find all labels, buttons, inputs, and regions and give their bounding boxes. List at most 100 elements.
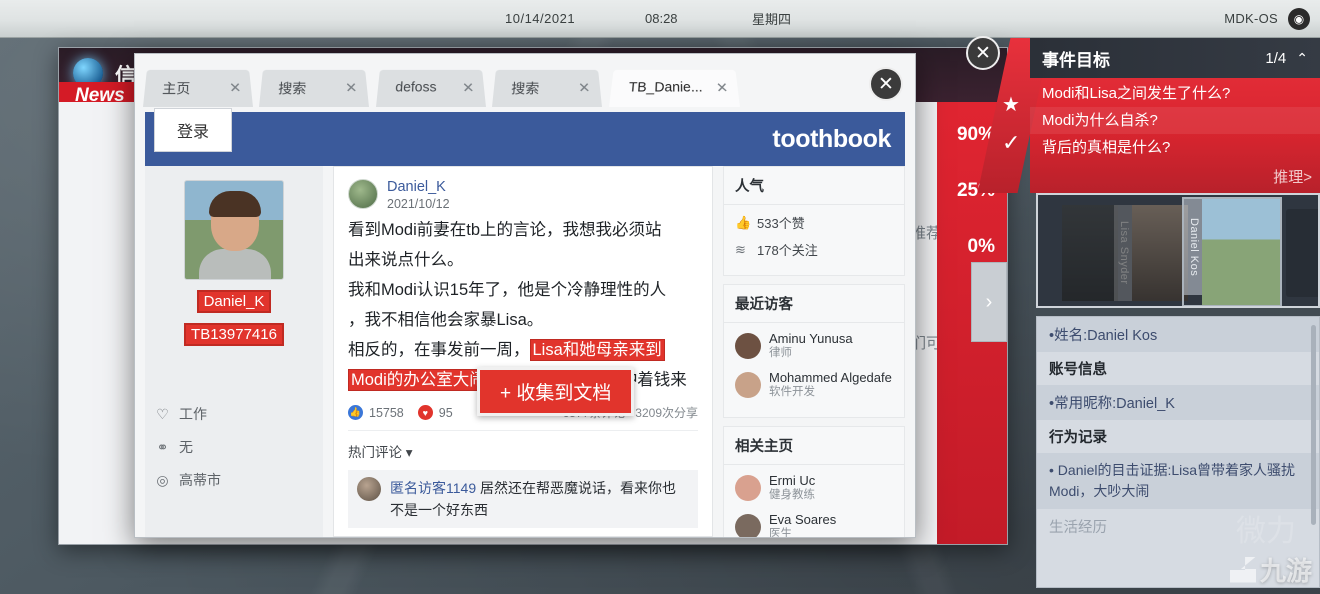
location-pin-icon: ◎	[156, 471, 169, 488]
post-heart-count: 95	[438, 405, 453, 420]
character-name-label: Lisa Snyder	[1114, 205, 1134, 301]
popularity-follows-label: 178个关注	[757, 243, 818, 258]
profile-sidebar: Daniel_K TB13977416 ♡ 工作 ⚭ 无 ◎ 高蒂市	[145, 166, 323, 537]
related-page-name: Eva Soares	[769, 512, 837, 527]
watermark-logo-icon	[1229, 556, 1256, 583]
tab-close-icon[interactable]: ✕	[578, 80, 591, 96]
thumbs-up-icon: 👍	[735, 214, 752, 230]
close-circle-icon-outer[interactable]: ✕	[966, 36, 1000, 70]
character-portrait	[1132, 205, 1188, 301]
comment-text-wrap: 匿名访客1149 居然还在帮恶魔说话，看来你也不是一个好东西	[390, 477, 689, 521]
site-header: 登录 toothbook	[145, 108, 905, 166]
event-goal-0[interactable]: Modi和Lisa之间发生了什么?	[1030, 80, 1320, 107]
browser-tab-1[interactable]: 搜索 ✕	[259, 69, 370, 107]
site-brand: toothbook	[772, 124, 891, 153]
post-line-0: 看到Modi前妻在tb上的言论，我想我必须站	[348, 221, 662, 239]
tab-label: 搜索	[511, 81, 540, 97]
heart-icon: ♡	[156, 405, 169, 422]
comment-user[interactable]: 匿名访客1149	[390, 480, 476, 496]
event-goals-counter: 1/4	[1265, 49, 1287, 67]
star-icon[interactable]: ★	[1002, 92, 1020, 117]
watermark-text: 九游	[1259, 556, 1312, 586]
related-pages-title: 相关主页	[724, 427, 904, 465]
tab-close-icon[interactable]: ✕	[345, 80, 358, 96]
event-goals-header[interactable]: 事件目标 1/4 ⌃	[1030, 38, 1320, 78]
visitor-name: Mohammed Algedafe	[769, 370, 892, 385]
browser-tab-3[interactable]: 搜索 ✕	[492, 69, 603, 107]
profile-meta-work: ♡ 工作	[155, 404, 313, 424]
tab-label: TB_Danie...	[627, 80, 703, 96]
os-top-bar: 10/14/2021 08:28 星期四 MDK-OS ◉	[0, 0, 1320, 38]
visitor-item-1[interactable]: Mohammed Algedafe 软件开发	[735, 370, 893, 400]
visitor-role: 软件开发	[769, 386, 815, 398]
close-circle-icon-browser[interactable]: ✕	[869, 67, 903, 101]
post-feed: Daniel_K 2021/10/12 看到Modi前妻在tb上的言论，我想我必…	[333, 166, 713, 537]
check-icon[interactable]: ✓	[1002, 130, 1020, 156]
heart-reaction-icon: ♥	[417, 405, 433, 420]
popularity-card: 人气 👍 533个赞 ≋ 178个关注	[723, 166, 905, 276]
browser-window[interactable]: 主页 ✕ 搜索 ✕ defoss ✕ 搜索 ✕ TB_Danie... ✕ ✕ …	[134, 53, 916, 538]
comment-avatar	[357, 477, 381, 501]
character-card-daniel-kos[interactable]: Daniel Kos	[1184, 199, 1280, 305]
reasoning-button[interactable]: 推理>	[1273, 166, 1312, 187]
browser-tab-2[interactable]: defoss ✕	[375, 69, 486, 107]
tab-close-icon[interactable]: ✕	[715, 80, 729, 96]
related-page-avatar	[735, 514, 761, 537]
login-button[interactable]: 登录	[154, 108, 233, 152]
related-page-role: 健身教练	[769, 489, 815, 501]
post-line-4-prefix: 相反的，在事发前一周，	[348, 341, 530, 359]
watermark-ghost-text: 微力	[1236, 515, 1296, 548]
post-line-1: 出来说点什么。	[348, 251, 464, 269]
chevron-right-icon[interactable]: ›	[971, 262, 1007, 342]
chevron-up-icon[interactable]: ⌃	[1296, 50, 1308, 67]
profile-meta-city: ◎ 高蒂市	[155, 470, 313, 490]
visitor-avatar	[735, 333, 761, 359]
system-time: 08:28	[645, 11, 678, 26]
hot-comments-selector[interactable]: 热门评论 ▾	[348, 430, 698, 461]
post-share-count: 3209次分享	[635, 406, 698, 420]
watermark: 九游	[1229, 551, 1312, 588]
character-card-lisa-snyder[interactable]: Lisa Snyder	[1114, 205, 1188, 301]
tab-close-icon[interactable]: ✕	[462, 80, 475, 96]
related-page-role: 医生	[769, 528, 792, 538]
tab-close-icon[interactable]: ✕	[229, 80, 242, 96]
caret-down-icon[interactable]: ▾	[406, 445, 413, 460]
event-goal-2[interactable]: 背后的真相是什么?	[1030, 134, 1320, 161]
character-card-0[interactable]	[1044, 205, 1118, 301]
info-scrollbar[interactable]	[1311, 325, 1316, 525]
post-evidence-highlight-a[interactable]: Lisa和她母亲来到	[529, 339, 665, 361]
visitor-item-0[interactable]: Aminu Yunusa 律师	[735, 331, 893, 361]
related-page-item-1[interactable]: Eva Soares 医生	[735, 512, 893, 538]
visitor-avatar	[735, 372, 761, 398]
browser-tab-4[interactable]: TB_Danie... ✕	[608, 69, 740, 107]
post-author-name[interactable]: Daniel_K	[387, 179, 450, 195]
related-page-item-0[interactable]: Ermi Uc 健身教练	[735, 473, 893, 503]
event-goal-1[interactable]: Modi为什么自杀?	[1030, 107, 1320, 134]
profile-meta-label: 无	[179, 439, 193, 455]
character-card-empty[interactable]	[1286, 209, 1318, 297]
profile-meta-label: 工作	[179, 406, 207, 422]
info-nickname-row: •常用昵称:Daniel_K	[1037, 385, 1319, 420]
info-behavior-row[interactable]: • Daniel的目击证据:Lisa曾带着家人骚扰Modi，大吵大闹	[1037, 453, 1319, 509]
visitor-name: Aminu Yunusa	[769, 331, 853, 346]
site-right-sidebar: 人气 👍 533个赞 ≋ 178个关注 最近访客 Aminu Yunusa 律师…	[723, 166, 905, 537]
collect-to-document-button[interactable]: + 收集到文档	[477, 367, 635, 416]
tab-label: 主页	[161, 81, 191, 97]
event-goals-title: 事件目标	[1042, 50, 1110, 70]
info-heading-behavior: 行为记录	[1049, 430, 1107, 446]
site-body: Daniel_K TB13977416 ♡ 工作 ⚭ 无 ◎ 高蒂市 Danie…	[145, 166, 905, 537]
related-pages-card: 相关主页 Ermi Uc 健身教练 Eva Soares 医生	[723, 426, 905, 538]
info-name-row: •姓名:Daniel Kos	[1037, 317, 1319, 352]
thumbs-up-icon: 👍	[348, 405, 363, 420]
info-heading-account: 账号信息	[1049, 362, 1107, 378]
post-header: Daniel_K 2021/10/12	[348, 179, 698, 211]
hot-comments-label: 热门评论	[348, 445, 402, 460]
news-banner: News	[59, 82, 141, 102]
profile-meta-label: 高蒂市	[179, 472, 221, 488]
tab-label: 搜索	[278, 81, 307, 97]
post-like-count: 15758	[369, 405, 404, 420]
browser-tab-0[interactable]: 主页 ✕	[143, 69, 253, 107]
popularity-likes: 👍 533个赞	[735, 213, 893, 232]
profile-tb-id: TB13977416	[184, 323, 284, 346]
character-portrait	[1202, 199, 1280, 305]
